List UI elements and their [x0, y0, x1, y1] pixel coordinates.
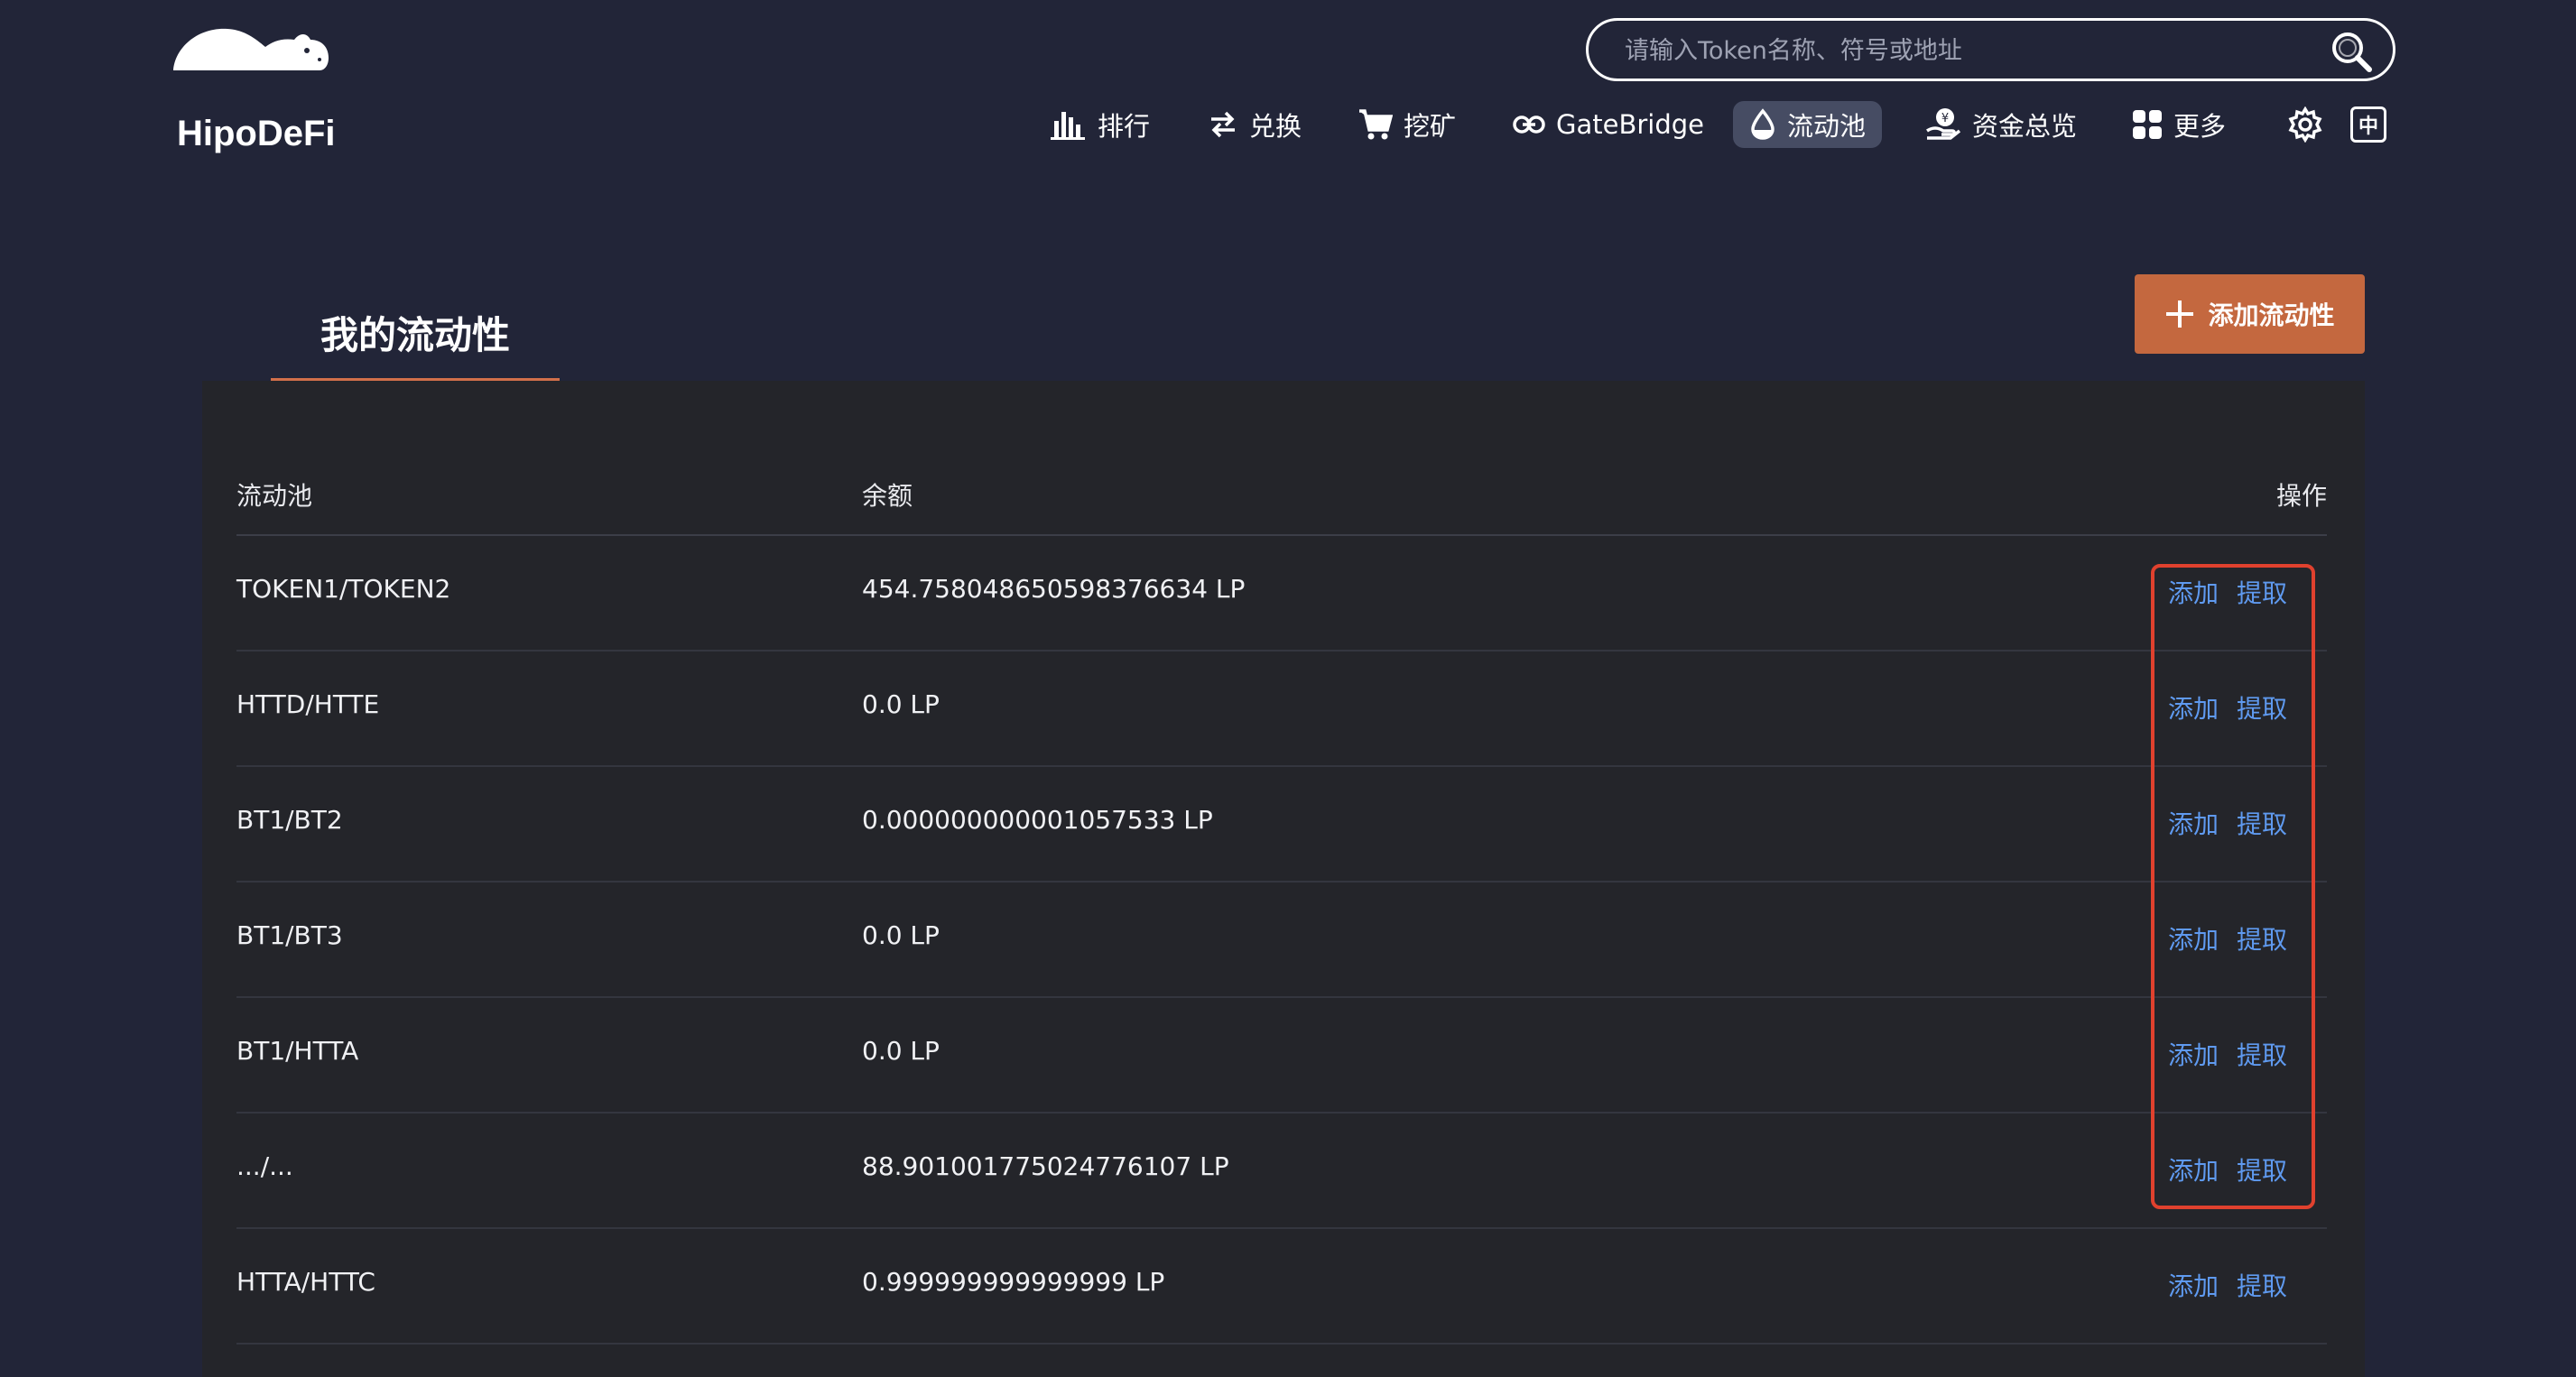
- tab-my-liquidity[interactable]: 我的流动性: [271, 298, 560, 381]
- add-link[interactable]: 添加: [2168, 920, 2219, 957]
- plus-icon: [2166, 300, 2194, 328]
- cart-icon: [1359, 109, 1393, 140]
- liquidity-panel: 流动池 余额 操作 TOKEN1/TOKEN2 454.758048650598…: [202, 381, 2365, 1377]
- add-liquidity-label: 添加流动性: [2208, 300, 2335, 330]
- lp-balance: 0.0 LP: [862, 1036, 940, 1066]
- table-row: TOKEN1/TOKEN2 454.758048650598376634 LP …: [236, 536, 2327, 652]
- hippo-logo-icon: [173, 28, 329, 70]
- pool-name: HTTA/HTTC: [236, 1267, 375, 1297]
- lp-balance: 0.999999999999999 LP: [862, 1267, 1165, 1297]
- table-row: BT1/BT3 0.0 LP 添加 提取: [236, 883, 2327, 998]
- bar-chart-icon: [1051, 112, 1085, 140]
- column-header-pool: 流动池: [236, 481, 313, 511]
- add-link[interactable]: 添加: [2168, 1267, 2219, 1303]
- add-liquidity-button[interactable]: 添加流动性: [2135, 274, 2365, 354]
- pool-name: TOKEN1/TOKEN2: [236, 574, 451, 604]
- nav-label: 流动池: [1787, 111, 1867, 142]
- withdraw-link[interactable]: 提取: [2237, 574, 2287, 610]
- lp-balance: 88.901001775024776107 LP: [862, 1151, 1229, 1181]
- add-link[interactable]: 添加: [2168, 805, 2219, 841]
- column-header-balance: 余额: [862, 481, 913, 511]
- withdraw-link[interactable]: 提取: [2237, 805, 2287, 841]
- nav-label: 挖矿: [1404, 111, 1457, 142]
- search-input[interactable]: [1625, 30, 2293, 71]
- nav-item-funds-overview[interactable]: ¥ 资金总览: [1925, 101, 2077, 148]
- add-link[interactable]: 添加: [2168, 1036, 2219, 1072]
- withdraw-link[interactable]: 提取: [2237, 1267, 2287, 1303]
- gear-icon[interactable]: [2287, 106, 2323, 143]
- add-link[interactable]: 添加: [2168, 574, 2219, 610]
- nav-item-liquidity-pool[interactable]: 流动池: [1733, 101, 1883, 148]
- language-switch[interactable]: 中: [2350, 106, 2386, 143]
- nav-label: 资金总览: [1972, 111, 2078, 142]
- main-nav: 排行 兑换 挖矿 GateBridge 流动池 ¥ 资金总览 更多: [0, 101, 2576, 148]
- language-label: 中: [2358, 116, 2378, 138]
- pool-name: .../...: [236, 1151, 293, 1181]
- swap-arrows-icon: [1211, 111, 1235, 138]
- lp-balance: 0.0 LP: [862, 920, 940, 950]
- withdraw-link[interactable]: 提取: [2237, 1036, 2287, 1072]
- svg-text:¥: ¥: [1941, 112, 1949, 125]
- nav-item-gatebridge[interactable]: GateBridge: [1513, 101, 1704, 148]
- link-icon: [1513, 116, 1545, 134]
- withdraw-link[interactable]: 提取: [2237, 920, 2287, 957]
- lp-balance: 454.758048650598376634 LP: [862, 574, 1246, 604]
- add-link[interactable]: 添加: [2168, 1151, 2219, 1188]
- nav-item-ranking[interactable]: 排行: [1051, 101, 1150, 148]
- column-header-actions: 操作: [2275, 481, 2327, 511]
- nav-label: 更多: [2173, 111, 2227, 142]
- nav-item-swap[interactable]: 兑换: [1208, 101, 1302, 148]
- grid-icon: [2133, 110, 2162, 139]
- search-icon[interactable]: [2330, 30, 2373, 73]
- lp-balance: 0.000000000001057533 LP: [862, 805, 1213, 835]
- nav-label: 排行: [1098, 111, 1151, 142]
- pool-name: HTTD/HTTE: [236, 689, 380, 719]
- nav-item-more[interactable]: 更多: [2132, 101, 2226, 148]
- lp-balance: 0.0 LP: [862, 689, 940, 719]
- pool-name: BT1/HTTA: [236, 1036, 359, 1066]
- table-row: BT1/BT2 0.000000000001057533 LP 添加 提取: [236, 767, 2327, 883]
- withdraw-link[interactable]: 提取: [2237, 1151, 2287, 1188]
- page-title: 我的流动性: [320, 313, 510, 357]
- search-box[interactable]: [1586, 18, 2395, 81]
- nav-label: GateBridge: [1556, 109, 1704, 140]
- droplet-icon: [1751, 108, 1774, 140]
- table-row: BT1/HTTA 0.0 LP 添加 提取: [236, 998, 2327, 1114]
- table-row: HTTA/HTTC 0.999999999999999 LP 添加 提取: [236, 1229, 2327, 1345]
- withdraw-link[interactable]: 提取: [2237, 689, 2287, 725]
- table-row: .../... 88.901001775024776107 LP 添加 提取: [236, 1114, 2327, 1229]
- add-link[interactable]: 添加: [2168, 689, 2219, 725]
- funds-hand-icon: ¥: [1926, 108, 1961, 140]
- table-row: HTTD/HTTE 0.0 LP 添加 提取: [236, 652, 2327, 767]
- pool-name: BT1/BT3: [236, 920, 343, 950]
- nav-label: 兑换: [1249, 111, 1302, 142]
- nav-item-mining[interactable]: 挖矿: [1358, 101, 1456, 148]
- pool-name: BT1/BT2: [236, 805, 343, 835]
- table-header: 流动池 余额 操作: [236, 437, 2327, 536]
